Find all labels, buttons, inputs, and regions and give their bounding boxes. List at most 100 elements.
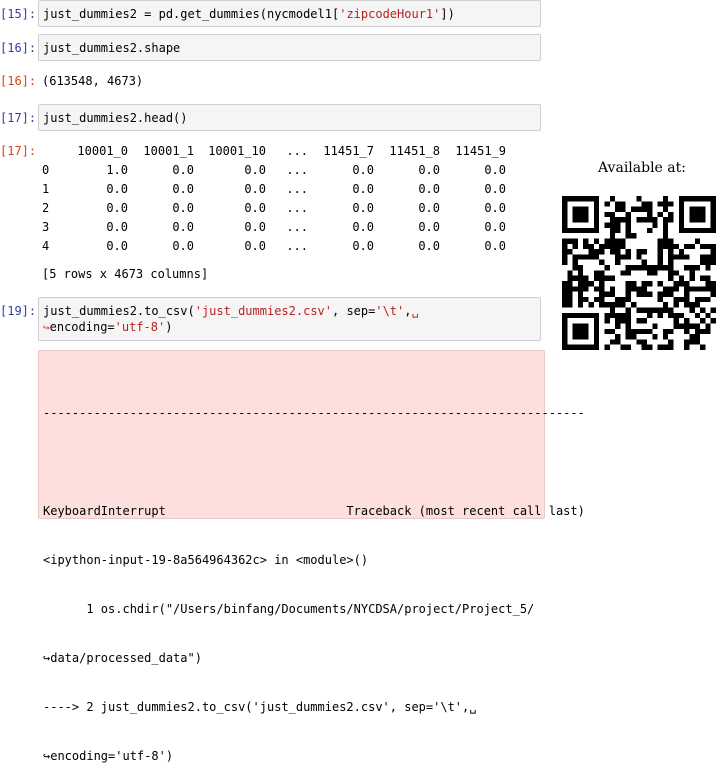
qr-module bbox=[625, 318, 632, 324]
qr-module bbox=[572, 238, 578, 244]
qr-module bbox=[588, 302, 594, 308]
qr-module bbox=[588, 254, 594, 260]
qr-module bbox=[646, 206, 653, 212]
qr-module bbox=[662, 227, 669, 234]
qr-module bbox=[604, 265, 610, 271]
qr-module bbox=[694, 196, 701, 202]
qr-module bbox=[710, 286, 716, 292]
qr-module bbox=[657, 211, 663, 218]
qr-module bbox=[572, 344, 578, 350]
qr-module bbox=[625, 344, 632, 350]
qr-module bbox=[684, 291, 690, 297]
qr-module bbox=[562, 344, 568, 350]
cell-15-prompt: [15]: bbox=[0, 7, 37, 21]
qr-module bbox=[641, 280, 647, 287]
qr-module bbox=[588, 280, 594, 287]
qr-module bbox=[620, 238, 626, 244]
qr-module bbox=[604, 238, 610, 244]
qr-module bbox=[641, 286, 647, 292]
qr-module bbox=[577, 254, 584, 260]
table-row: 4 0.0 0.0 0.0 ... 0.0 0.0 0.0 bbox=[42, 236, 506, 255]
traceback-line: <ipython-input-19-8a564964362c> in <modu… bbox=[43, 553, 369, 567]
qr-module bbox=[673, 323, 679, 329]
qr-module bbox=[625, 296, 632, 303]
dataframe-output: 10001_0 10001_1 10001_10 ... 11451_7 114… bbox=[42, 141, 506, 255]
qr-module bbox=[657, 259, 663, 266]
qr-module bbox=[684, 302, 690, 308]
qr-module bbox=[678, 254, 685, 260]
qr-module bbox=[562, 259, 568, 266]
table-cell: 0.0 bbox=[244, 219, 266, 234]
qr-module bbox=[615, 302, 621, 308]
column-header: 11451_7 bbox=[323, 143, 374, 158]
qr-module bbox=[700, 259, 706, 266]
qr-module bbox=[567, 280, 573, 287]
qr-module bbox=[657, 201, 663, 207]
qr-module bbox=[662, 243, 669, 250]
qr-code-image bbox=[562, 196, 716, 350]
qr-module bbox=[593, 222, 600, 228]
qr-module bbox=[631, 286, 637, 292]
qr-module bbox=[678, 312, 685, 319]
qr-module bbox=[641, 249, 647, 255]
qr-module bbox=[577, 344, 584, 350]
qr-module bbox=[694, 217, 701, 223]
qr-module bbox=[689, 211, 695, 218]
table-cell: ... bbox=[286, 219, 308, 234]
qr-module bbox=[593, 275, 600, 281]
qr-module bbox=[689, 275, 695, 281]
qr-module bbox=[625, 280, 632, 287]
qr-module bbox=[593, 344, 600, 350]
qr-module bbox=[689, 334, 695, 340]
qr-module bbox=[604, 344, 610, 350]
qr-module bbox=[620, 217, 626, 223]
qr-module bbox=[636, 307, 642, 313]
qr-module bbox=[689, 286, 695, 292]
qr-module bbox=[646, 217, 653, 223]
qr-module bbox=[684, 296, 690, 303]
qr-module bbox=[641, 201, 647, 207]
qr-module bbox=[668, 291, 674, 297]
qr-module bbox=[705, 312, 711, 319]
qr-module bbox=[668, 307, 674, 313]
qr-module bbox=[604, 275, 610, 281]
qr-module bbox=[646, 227, 653, 234]
qr-module bbox=[673, 254, 679, 260]
qr-module bbox=[593, 206, 600, 212]
qr-module bbox=[636, 286, 642, 292]
qr-module bbox=[593, 286, 600, 292]
table-cell: 0.0 bbox=[172, 200, 194, 215]
qr-module bbox=[662, 344, 669, 350]
qr-module bbox=[700, 318, 706, 324]
qr-module bbox=[646, 280, 653, 287]
qr-module bbox=[593, 323, 600, 329]
cell-19-code-input[interactable]: just_dummies2.to_csv('just_dummies2.csv'… bbox=[38, 297, 541, 341]
qr-module bbox=[710, 217, 716, 223]
qr-code[interactable] bbox=[562, 196, 716, 350]
qr-module bbox=[562, 227, 568, 234]
qr-module bbox=[662, 328, 669, 335]
qr-module bbox=[583, 275, 589, 281]
qr-module bbox=[668, 254, 674, 260]
qr-module bbox=[593, 217, 600, 223]
qr-module bbox=[604, 328, 610, 335]
qr-module bbox=[662, 291, 669, 297]
qr-module bbox=[572, 259, 578, 266]
qr-module bbox=[593, 296, 600, 303]
table-cell: 0.0 bbox=[172, 219, 194, 234]
table-cell: 0.0 bbox=[106, 238, 128, 253]
qr-module bbox=[662, 217, 669, 223]
qr-module bbox=[615, 323, 621, 329]
qr-module bbox=[689, 302, 695, 308]
qr-module bbox=[604, 222, 610, 228]
row-index: 0 bbox=[42, 162, 50, 177]
cell-16-code-input[interactable]: just_dummies2.shape bbox=[38, 34, 541, 61]
traceback-line: ↪data/processed_data") bbox=[43, 651, 202, 665]
qr-module bbox=[583, 254, 589, 260]
cell-17-code-input[interactable]: just_dummies2.head() bbox=[38, 104, 541, 131]
qr-module bbox=[562, 291, 568, 297]
qr-module bbox=[625, 312, 632, 319]
qr-module bbox=[684, 265, 690, 271]
qr-module bbox=[657, 307, 663, 313]
cell-15-code-input[interactable]: just_dummies2 = pd.get_dummies(nycmodel1… bbox=[38, 0, 541, 27]
